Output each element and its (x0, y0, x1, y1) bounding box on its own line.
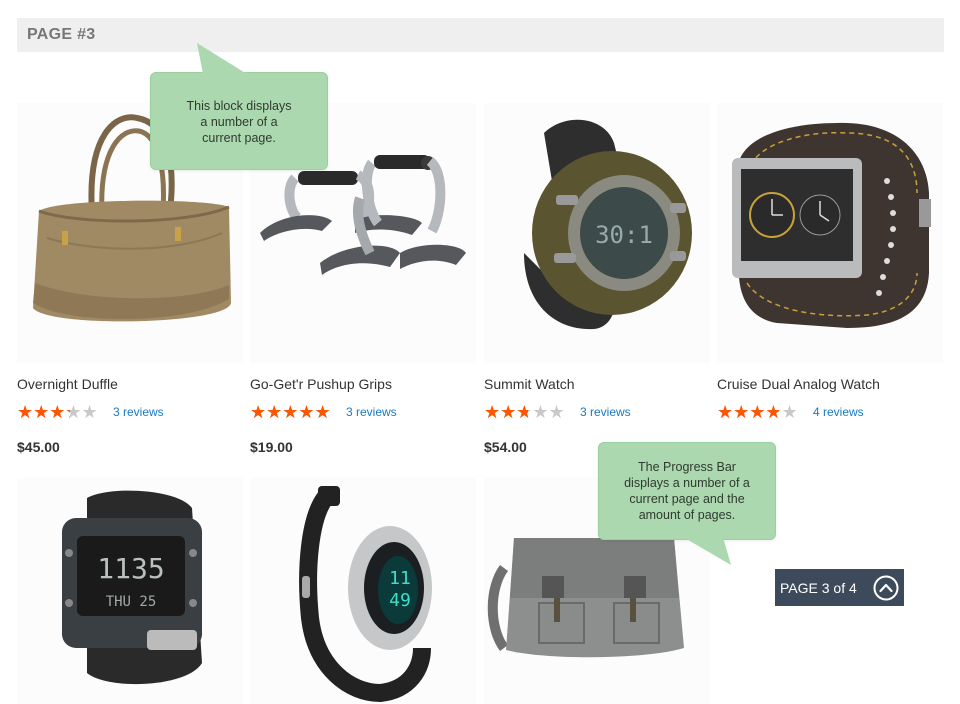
analog-watch-image (732, 122, 931, 328)
reviews-link[interactable]: 3 reviews (580, 405, 631, 419)
chevron-up-icon[interactable] (873, 575, 899, 601)
tooltip-line: current page and the (629, 492, 745, 506)
product-name[interactable]: Go-Get'r Pushup Grips (250, 376, 392, 392)
tooltip-line: The Progress Bar (638, 460, 736, 474)
page-progress-bar: PAGE 3 of 4 (775, 569, 904, 606)
rating-stars: ★★★★★ ★★★★★ (717, 402, 798, 422)
watch-time-text: 1135 (97, 552, 164, 585)
product-card: 11 49 (250, 478, 476, 704)
reviews-link[interactable]: 3 reviews (346, 405, 397, 419)
tooltip-line: amount of pages. (638, 508, 736, 522)
page-header: PAGE #3 (17, 18, 944, 52)
digital-watch-image: 1135 THU 25 (62, 490, 202, 685)
product-card: 1135 THU 25 (17, 478, 243, 704)
sport-watch-image: 30:1 (524, 119, 692, 330)
tooltip-line: a number of a (200, 115, 278, 129)
watch-minute-text: 49 (389, 590, 411, 611)
product-card: 30:1 Summit Watch ★★★★★ ★★★★★ 3 reviews … (484, 103, 710, 463)
bangle-watch-image: 11 49 (299, 486, 432, 703)
product-name[interactable]: Overnight Duffle (17, 376, 118, 392)
rating-stars: ★★★★★ ★★★★★ (17, 402, 98, 422)
reviews-link[interactable]: 4 reviews (813, 405, 864, 419)
product-image[interactable] (717, 103, 943, 363)
product-rating: ★★★★★ ★★★★★ 3 reviews (250, 403, 397, 421)
progress-bar-tooltip: The Progress Bar displays a number of a … (598, 442, 776, 565)
product-name[interactable]: Summit Watch (484, 376, 575, 392)
product-card: Cruise Dual Analog Watch ★★★★★ ★★★★★ 4 r… (717, 103, 943, 463)
tooltip-line: displays a number of a (624, 476, 750, 490)
product-price: $45.00 (17, 439, 60, 455)
tooltip-pointer (683, 537, 731, 565)
rating-stars: ★★★★★ ★★★★★ (484, 402, 565, 422)
product-image[interactable]: 1135 THU 25 (17, 478, 243, 704)
progress-label: PAGE 3 of 4 (780, 579, 857, 596)
watch-date-text: THU 25 (106, 594, 157, 610)
reviews-link[interactable]: 3 reviews (113, 405, 164, 419)
product-image[interactable]: 11 49 (250, 478, 476, 704)
product-image[interactable]: 30:1 (484, 103, 710, 363)
product-price: $54.00 (484, 439, 527, 455)
page-block-tooltip: This block displays a number of a curren… (150, 43, 328, 170)
tooltip-line: This block displays (186, 99, 292, 113)
product-rating: ★★★★★ ★★★★★ 3 reviews (484, 403, 631, 421)
tooltip-pointer (197, 43, 247, 74)
product-name[interactable]: Cruise Dual Analog Watch (717, 376, 880, 392)
product-price: $19.00 (250, 439, 293, 455)
svg-text:30:1: 30:1 (595, 221, 653, 249)
product-rating: ★★★★★ ★★★★★ 4 reviews (717, 403, 864, 421)
product-rating: ★★★★★ ★★★★★ 3 reviews (17, 403, 164, 421)
page-number-label: PAGE #3 (27, 26, 96, 43)
watch-hour-text: 11 (389, 568, 411, 589)
tooltip-line: current page. (202, 131, 276, 145)
rating-stars: ★★★★★ ★★★★★ (250, 402, 331, 422)
